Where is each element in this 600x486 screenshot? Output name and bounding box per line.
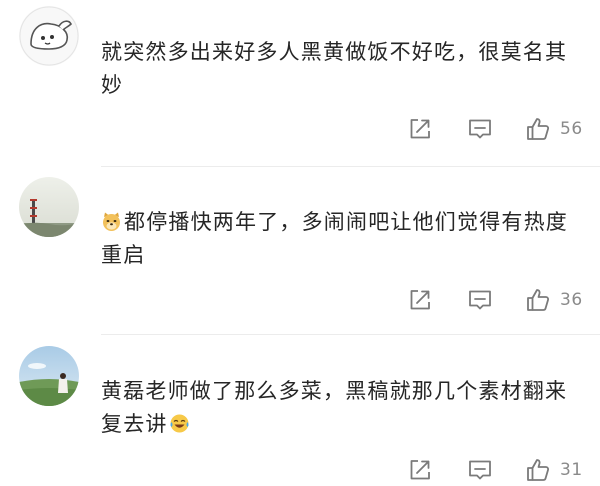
comment-icon	[469, 290, 491, 310]
share-button[interactable]	[408, 285, 432, 315]
thumbs-up-icon	[527, 289, 550, 311]
comment-icon	[469, 119, 491, 139]
like-button[interactable]: 56	[525, 114, 583, 144]
share-icon	[410, 119, 430, 139]
share-icon	[410, 290, 430, 310]
like-count: 56	[560, 119, 583, 139]
laugh-cry-emoji-icon	[170, 414, 189, 433]
divider	[101, 334, 600, 335]
thumbs-up-icon	[527, 118, 550, 140]
cartoon-face-avatar-icon	[19, 6, 79, 66]
meadow-person-avatar-icon	[19, 346, 79, 406]
comment-actions: 31	[0, 455, 600, 485]
like-button[interactable]: 36	[525, 285, 583, 315]
share-icon	[410, 460, 430, 480]
reply-button[interactable]	[467, 455, 493, 485]
doge-emoji-icon	[103, 212, 120, 231]
user-avatar[interactable]	[19, 177, 79, 237]
like-count: 31	[560, 460, 583, 480]
landscape-tower-avatar-icon	[19, 177, 79, 237]
comment-text: 都停播快两年了，多闹闹吧让他们觉得有热度 重启	[101, 210, 568, 267]
comment-icon	[469, 460, 491, 480]
reply-button[interactable]	[467, 285, 493, 315]
comment-actions: 56	[0, 114, 600, 144]
user-avatar[interactable]	[19, 6, 79, 66]
like-button[interactable]: 31	[525, 455, 583, 485]
divider	[101, 166, 600, 167]
comment-actions: 36	[0, 285, 600, 315]
user-avatar[interactable]	[19, 346, 79, 406]
doge-emoji	[101, 211, 122, 232]
share-button[interactable]	[408, 455, 432, 485]
reply-button[interactable]	[467, 114, 493, 144]
thumbs-up-icon	[527, 459, 550, 481]
comment-text: 黄磊老师做了那么多菜，黑稿就那几个素材翻来 复去讲	[101, 379, 568, 436]
laugh-cry-emoji	[169, 413, 190, 434]
comment-text: 就突然多出来好多人黑黄做饭不好吃，很莫名其 妙	[101, 40, 568, 97]
share-button[interactable]	[408, 114, 432, 144]
like-count: 36	[560, 290, 583, 310]
